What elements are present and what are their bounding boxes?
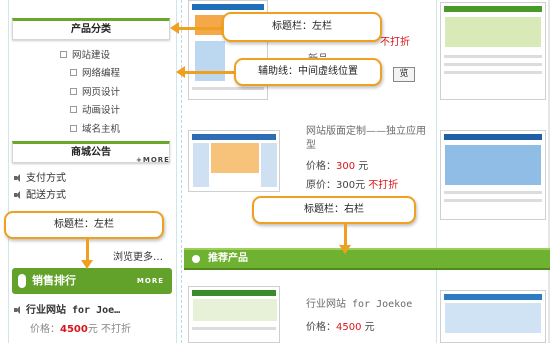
callout-arrow-left: [170, 22, 222, 34]
mini-row: [444, 199, 542, 202]
price-label: 价格：: [30, 324, 60, 335]
mini-header: [192, 134, 276, 140]
callout-arrow-down: [339, 224, 351, 254]
guide-line-middle: [176, 0, 177, 343]
product-title[interactable]: 网站版面定制——独立应用型: [306, 125, 426, 153]
sales-item-title: 行业网站 for Joe…: [26, 305, 121, 316]
mini-block: [445, 145, 541, 185]
category-label: 域名主机: [82, 124, 121, 135]
guide-line-dashed: [181, 0, 182, 343]
callout-arrow-left: [176, 66, 234, 78]
mini-banner: [211, 143, 259, 173]
category-item[interactable]: 域名主机: [70, 122, 120, 137]
notice-title-text: 商城公告: [71, 147, 111, 158]
mini-row: [444, 71, 542, 74]
speaker-icon: [14, 174, 23, 182]
mini-header: [444, 6, 542, 12]
orig-label: 原价：: [306, 180, 336, 191]
mini-header: [444, 294, 542, 300]
orig-value: 300元: [336, 180, 366, 191]
mini-row: [192, 87, 264, 90]
recommend-bar: 推荐产品: [184, 248, 550, 270]
guide-line-left: [8, 0, 9, 343]
category-panel-title: 产品分类: [12, 18, 170, 40]
callout-title-left: 标题栏：左栏: [222, 12, 382, 42]
speaker-icon: [14, 306, 23, 314]
browse-more-link[interactable]: 浏览更多…: [113, 248, 163, 263]
notice-item[interactable]: 支付方式: [14, 172, 66, 186]
price-label: 价格：: [306, 322, 336, 333]
product-price: 价格：300 元: [306, 157, 368, 172]
product-thumbnail[interactable]: [440, 2, 546, 100]
checkbox-icon: [60, 51, 67, 58]
category-item[interactable]: 网站建设: [60, 48, 110, 63]
mini-row: [192, 327, 276, 330]
checkbox-icon: [70, 88, 77, 95]
price-unit: 元: [358, 161, 369, 172]
product-thumbnail[interactable]: [188, 286, 280, 343]
category-label: 动画设计: [82, 105, 121, 116]
mini-block: [445, 17, 541, 47]
product-thumbnail[interactable]: [188, 130, 280, 192]
sales-ranking-bar: 销售排行 MORE: [12, 268, 172, 294]
product-title[interactable]: 行业网站 for Joekoe: [306, 298, 412, 312]
callout-title-left-2: 标题栏：左栏: [4, 211, 164, 239]
mini-header: [192, 4, 264, 10]
guide-line-right: [436, 0, 437, 343]
callout-arrow-down: [81, 239, 93, 269]
category-label: 网络编程: [82, 68, 121, 79]
sales-ranking-title: 销售排行: [32, 274, 76, 287]
product-price: 价格：4500 元: [306, 318, 375, 333]
category-label: 网站建设: [72, 50, 111, 61]
price-unit: 元: [364, 322, 375, 333]
callout-guide-line: 辅助线：中间虚线位置: [234, 58, 382, 86]
notice-item-label: 配送方式: [26, 190, 66, 201]
mini-block: [193, 143, 209, 187]
checkbox-icon: [70, 106, 77, 113]
price-suffix: 元 不打折: [87, 324, 132, 335]
callout-title-right: 标题栏：右栏: [252, 196, 416, 224]
sales-more-link[interactable]: MORE: [137, 268, 164, 294]
category-item[interactable]: 动画设计: [70, 103, 120, 118]
product-thumbnail[interactable]: [440, 130, 546, 220]
category-item[interactable]: 网络编程: [70, 66, 120, 81]
discount-text: 不打折: [380, 37, 410, 48]
price-label: 价格：: [306, 161, 336, 172]
mini-block: [445, 303, 541, 333]
sales-item-price: 价格：4500元 不打折: [30, 320, 131, 335]
bar-knob-icon: [18, 274, 26, 288]
mini-row: [444, 55, 542, 58]
checkbox-icon: [70, 125, 77, 132]
price-value: 4500: [60, 324, 88, 335]
mini-block: [195, 41, 225, 81]
price-value: 300: [336, 161, 356, 172]
notice-item[interactable]: 配送方式: [14, 189, 66, 203]
product-thumbnail[interactable]: [440, 290, 546, 343]
bullet-icon: [192, 255, 200, 263]
mini-header: [192, 290, 276, 296]
mini-block: [193, 299, 277, 321]
mini-row: [444, 191, 542, 194]
checkbox-icon: [70, 69, 77, 76]
mini-row: [444, 63, 542, 66]
speaker-icon: [14, 191, 23, 199]
price-value: 4500: [336, 322, 362, 333]
product-original-price: 原价：300元 不打折: [306, 176, 398, 191]
category-label: 网页设计: [82, 87, 121, 98]
sales-item[interactable]: 行业网站 for Joe…: [14, 304, 120, 318]
buy-button[interactable]: 览: [393, 67, 415, 82]
category-item[interactable]: 网页设计: [70, 85, 120, 100]
mini-block: [261, 143, 277, 187]
recommend-title: 推荐产品: [208, 253, 248, 264]
notice-item-label: 支付方式: [26, 173, 66, 184]
top-product-discount: 不打折: [380, 33, 410, 48]
notice-more-link[interactable]: +MORE: [136, 156, 170, 164]
mini-header: [444, 134, 542, 140]
discount-text: 不打折: [368, 180, 399, 191]
